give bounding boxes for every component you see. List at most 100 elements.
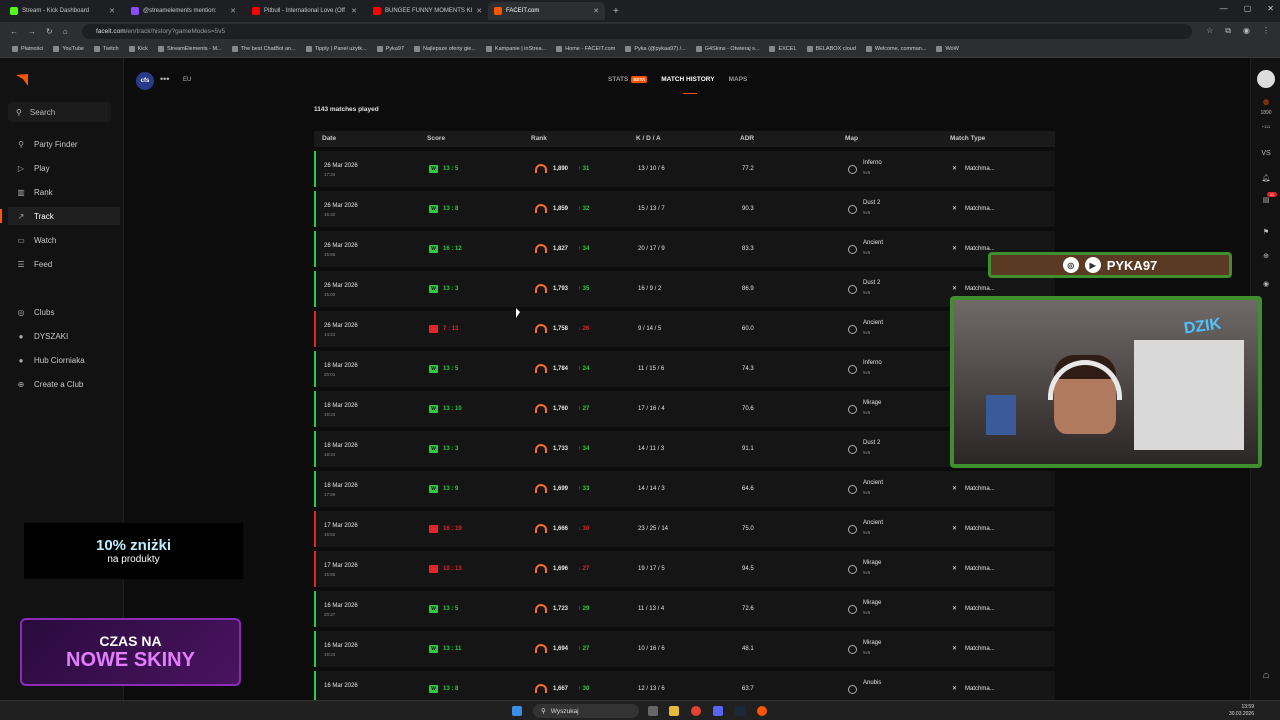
result-badge: L <box>429 325 438 333</box>
sidebar-item-rank[interactable]: ▥ Rank <box>8 183 120 201</box>
bell-icon[interactable]: 🔔︎ <box>1259 174 1273 182</box>
bookmark-item[interactable]: Kick <box>125 46 152 52</box>
tab-close-icon[interactable]: ✕ <box>476 7 482 15</box>
browser-tab[interactable]: FACEIT.com ✕ <box>488 2 605 20</box>
back-icon[interactable]: ← <box>10 27 18 36</box>
reload-icon[interactable]: ↻ <box>46 27 53 36</box>
minimize-icon[interactable]: — <box>1220 4 1228 13</box>
bookmark-item[interactable]: Welcome, comman... <box>862 46 931 52</box>
bookmark-item[interactable]: Płatności <box>8 46 47 52</box>
elo-delta: ↓ 26 <box>578 326 590 332</box>
match-score: 16 : 12 <box>443 246 462 252</box>
bookmark-icon <box>305 46 312 52</box>
sidebar-item-track[interactable]: ↗ Track <box>0 207 120 225</box>
table-row[interactable]: 17 Mar 2026 16:53 L 16 : 19 1,666 ↓ 30 23 / 25… <box>314 511 1055 547</box>
table-row[interactable]: 26 Mar 2026 14:23 L 7 : 13 1,758 ↓ 26 9 / 14 /… <box>314 311 1055 347</box>
tab-stats[interactable]: STATS BETA <box>608 76 648 83</box>
rail-versus[interactable]: VS <box>1259 150 1273 157</box>
sidebar-item-label: Track <box>34 211 54 221</box>
team-avatar[interactable]: cfs <box>136 72 154 90</box>
table-row[interactable]: 26 Mar 2026 15:56 W 16 : 12 1,827 ↑ 34 20 / 17… <box>314 231 1055 267</box>
sidebar-item-play[interactable]: ▷ Play <box>8 159 120 177</box>
bookmark-item[interactable]: Home - FACEIT.com <box>552 46 619 52</box>
sidebar-club-hub-ciorniaka[interactable]: ● Hub Ciorniaka <box>8 351 120 369</box>
new-tab-button[interactable]: + <box>613 6 619 17</box>
browser-tab[interactable]: Pitbull - International Love (Off ✕ <box>246 2 363 20</box>
sidebar-item-watch[interactable]: ▭ Watch <box>8 231 120 249</box>
table-row[interactable]: 26 Mar 2026 16:42 W 13 : 8 1,859 ↑ 32 15 / 13 … <box>314 191 1055 227</box>
bookmark-item[interactable]: EXCEL <box>765 46 800 52</box>
table-row[interactable]: 26 Mar 2026 15:00 W 13 : 3 1,793 ↑ 35 16 / 9 /… <box>314 271 1055 307</box>
bookmark-item[interactable]: Tipply | Panel użytk... <box>302 46 371 52</box>
windows-start-icon[interactable] <box>512 706 522 716</box>
extensions-icon[interactable]: ⧉ <box>1225 26 1231 36</box>
table-row[interactable]: 18 Mar 2026 17:59 W 13 : 9 1,699 ↑ 33 14 / 14 … <box>314 471 1055 507</box>
system-clock[interactable]: 13:59 30.03.2026 <box>1229 704 1254 718</box>
search-icon: ⚲ <box>16 107 22 117</box>
elo-value: 1,723 <box>553 606 569 612</box>
sidebar-item-feed[interactable]: ☰ Feed <box>8 255 120 273</box>
taskbar-search[interactable]: ⚲ Wyszukaj <box>533 704 639 718</box>
bookmark-item[interactable]: StreamElements - M... <box>154 46 226 52</box>
party-icon[interactable]: ⚑ <box>1259 228 1273 236</box>
bookmark-item[interactable]: WoW <box>932 46 962 52</box>
map-icon <box>848 605 857 614</box>
maximize-icon[interactable]: ▢ <box>1244 4 1252 13</box>
result-badge: L <box>429 565 438 573</box>
search-input[interactable]: ⚲ Search <box>8 102 111 122</box>
bookmark-item[interactable]: G4Skins - Otwieraj s... <box>692 46 764 52</box>
table-row[interactable]: 18 Mar 2026 20:01 W 13 : 5 1,784 ↑ 24 11 / 15 … <box>314 351 1055 387</box>
bookmark-item[interactable]: Twitch <box>90 46 123 52</box>
matchmaking-icon: ✕ <box>952 486 958 492</box>
chat-icon[interactable]: ☖ <box>1259 672 1273 680</box>
faceit-logo-icon[interactable] <box>16 74 28 86</box>
sidebar-item-party-finder[interactable]: ⚲ Party Finder <box>8 135 120 153</box>
browser-tab[interactable]: Stream - Kick Dashboard ✕ <box>4 2 121 20</box>
faceit-app-icon[interactable] <box>757 706 767 716</box>
bookmark-item[interactable]: Pyka97 <box>373 46 408 52</box>
menu-icon[interactable]: ⋮ <box>1262 26 1270 36</box>
chrome-icon[interactable] <box>691 706 701 716</box>
bookmark-item[interactable]: BELABOX cloud <box>803 46 860 52</box>
user-avatar[interactable] <box>1257 70 1275 88</box>
tab-match-history[interactable]: MATCH HISTORY <box>661 76 715 94</box>
tab-label: BUNGEE FUNNY MOMENTS KI <box>385 8 473 14</box>
inbox-icon[interactable]: ▤ <box>1259 196 1273 204</box>
table-row[interactable]: 18 Mar 2026 19:23 W 13 : 10 1,760 ↑ 27 17 / 16… <box>314 391 1055 427</box>
tab-close-icon[interactable]: ✕ <box>230 7 236 15</box>
tab-close-icon[interactable]: ✕ <box>593 7 599 15</box>
sidebar-club-clubs[interactable]: ◎ Clubs <box>8 303 120 321</box>
tab-close-icon[interactable]: ✕ <box>351 7 357 15</box>
tab-close-icon[interactable]: ✕ <box>109 7 115 15</box>
table-row[interactable]: 26 Mar 2026 17:34 W 13 : 5 1,890 ↑ 31 13 / 10 … <box>314 151 1055 187</box>
discount-big-text: 10% zniżki <box>95 537 172 554</box>
discord-icon[interactable] <box>713 706 723 716</box>
table-row[interactable]: 16 Mar 2026 19:23 W 13 : 11 1,694 ↑ 27 10 / 16… <box>314 631 1055 667</box>
steam-icon[interactable] <box>735 706 745 716</box>
file-explorer-icon[interactable] <box>669 706 679 716</box>
star-icon[interactable]: ☆ <box>1206 26 1213 36</box>
close-window-icon[interactable]: ✕ <box>1267 4 1274 13</box>
tab-maps[interactable]: MAPS <box>729 76 748 83</box>
more-options-icon[interactable]: ••• <box>160 74 169 84</box>
bookmark-item[interactable]: Najlepsze oferty gie... <box>410 46 480 52</box>
bookmark-item[interactable]: The best ChatBot an... <box>228 46 300 52</box>
bookmark-item[interactable]: Kampanie | inStrea... <box>482 46 550 52</box>
bookmark-item[interactable]: YouTube <box>49 46 88 52</box>
sidebar-club-create-a-club[interactable]: ⊕ Create a Club <box>8 375 120 393</box>
task-view-icon[interactable] <box>648 706 658 716</box>
profile-icon[interactable]: ◉ <box>1243 26 1250 36</box>
sidebar-club-dyszaki[interactable]: ● DYSZAKI <box>8 327 120 345</box>
table-row[interactable]: 16 Mar 2026 20:27 W 13 : 5 1,723 ↑ 29 11 / 13 … <box>314 591 1055 627</box>
url-input[interactable]: faceit.com/en/track/history?gameModes=5v… <box>82 24 1192 39</box>
sidebar-item-label: Rank <box>34 187 53 197</box>
table-row[interactable]: 17 Mar 2026 15:55 L 10 : 13 1,696 ↓ 27 19 / 17… <box>314 551 1055 587</box>
tab-favicon-icon <box>10 7 18 15</box>
forward-icon[interactable]: → <box>28 27 36 36</box>
browser-tab[interactable]: @streamelements mention: ✕ <box>125 2 242 20</box>
bookmark-item[interactable]: Pyka (@pykaa97) /... <box>621 46 689 52</box>
elo-delta: ↑ 34 <box>578 446 590 452</box>
browser-tab[interactable]: BUNGEE FUNNY MOMENTS KI ✕ <box>367 2 484 20</box>
home-icon[interactable]: ⌂ <box>63 27 68 36</box>
table-row[interactable]: 18 Mar 2026 18:34 W 13 : 3 1,733 ↑ 34 14 / 11 … <box>314 431 1055 467</box>
